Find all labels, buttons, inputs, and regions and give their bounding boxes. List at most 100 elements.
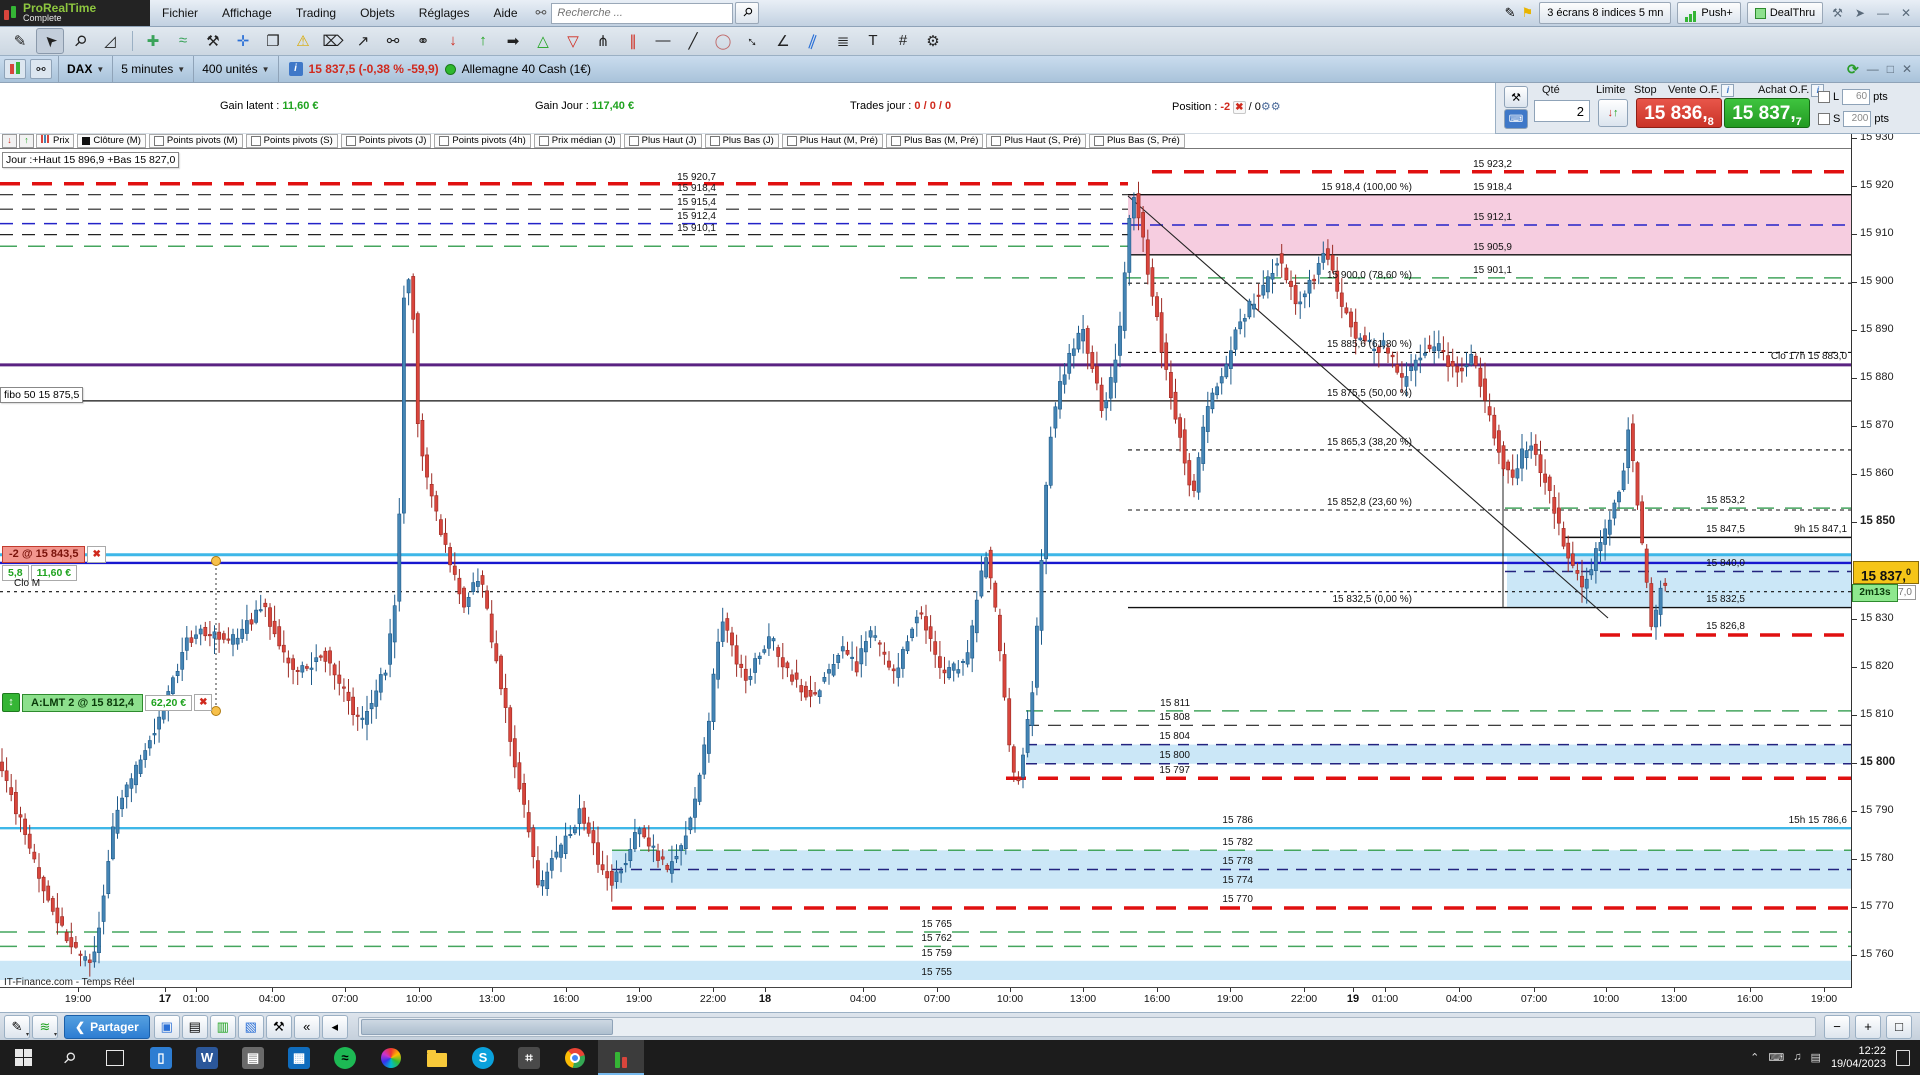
taskbar-clock[interactable]: 12:22 19/04/2023 [1831, 1045, 1886, 1071]
legend-item-3[interactable]: Points pivots (S) [245, 133, 338, 148]
horizontal-scrollbar[interactable] [357, 1016, 1816, 1037]
report-icon[interactable]: ▤ [181, 1014, 208, 1039]
search-icon[interactable]: ⚲ [735, 2, 760, 24]
oblique-line-tool[interactable]: ╱ [679, 28, 707, 54]
workspace-selector[interactable]: 3 écrans 8 indices 5 mn [1539, 2, 1672, 24]
menu-affichage[interactable]: Affichage [210, 0, 284, 26]
protractor-tool[interactable]: ◿ [96, 28, 124, 54]
legend-item-8[interactable]: Plus Bas (J) [704, 133, 779, 148]
text-tool[interactable]: T [859, 28, 887, 54]
horizontal-line-tool[interactable]: — [649, 28, 677, 54]
alert-bell-tool[interactable]: ⚠ [289, 28, 317, 54]
zoom-tool[interactable]: ⚲ [66, 28, 94, 54]
legend-item-7[interactable]: Plus Haut (J) [623, 133, 702, 148]
move-tool[interactable]: ✛ [229, 28, 257, 54]
legend-item-10[interactable]: Plus Bas (M, Pré) [885, 133, 984, 148]
arrow-draw-tool[interactable]: ↗ [349, 28, 377, 54]
triangle-pattern-tool[interactable]: △ [529, 28, 557, 54]
window-maximize-button[interactable]: □ [1887, 62, 1894, 76]
window-minimize-button[interactable]: — [1867, 62, 1879, 76]
legend-checkbox[interactable] [153, 135, 164, 146]
stop-checkbox[interactable] [1818, 113, 1830, 125]
legend-checkbox[interactable] [786, 135, 797, 146]
printer-icon[interactable]: ▤ [230, 1040, 276, 1075]
stop-distance-row[interactable]: S 200 pts [1818, 111, 1889, 127]
spotify-icon[interactable]: ≈ [322, 1040, 368, 1075]
continue-arrow-tool[interactable]: ➡ [499, 28, 527, 54]
tools-settings-tool[interactable]: ⚒ [199, 28, 227, 54]
time-axis[interactable]: 19:00 17 01:00 04:00 07:00 10:00 13:00 16:00 19:… [0, 988, 1920, 1012]
legend-item-0[interactable]: Prix [36, 133, 75, 148]
legend-item-2[interactable]: Points pivots (M) [148, 133, 243, 148]
task-view-button[interactable] [92, 1040, 138, 1075]
keyboard-order-button[interactable]: ⌨ [1504, 109, 1528, 129]
explorer-icon[interactable] [414, 1040, 460, 1075]
legend-checkbox[interactable] [890, 135, 901, 146]
cursor-tool[interactable]: ➤ [36, 27, 64, 54]
sync-icon[interactable]: ⟳ [1847, 61, 1859, 78]
order-settings-button[interactable]: ⚒ [1504, 86, 1528, 108]
chart-settings-icon[interactable]: ⚒ [265, 1014, 292, 1039]
tray-expand-icon[interactable]: ⌃ [1750, 1051, 1759, 1064]
word-icon[interactable]: W [184, 1040, 230, 1075]
tray-keyboard-icon[interactable]: ⌨ [1768, 1051, 1784, 1064]
tray-volume-icon[interactable]: ♫ [1793, 1051, 1801, 1064]
legend-checkbox[interactable] [345, 135, 356, 146]
calculator-icon[interactable]: ⌗ [506, 1040, 552, 1075]
segment-extended-tool[interactable]: ⚭ [409, 28, 437, 54]
legend-item-4[interactable]: Points pivots (J) [340, 133, 432, 148]
taskbar-search-button[interactable]: ⚲ [46, 1040, 92, 1075]
draw-mode-icon[interactable]: ✎ ▾ [4, 1014, 30, 1039]
dealthru-toggle[interactable]: DealThru [1746, 2, 1824, 24]
legend-checkbox[interactable] [991, 135, 1002, 146]
pin-icon[interactable]: ➤ [1852, 6, 1868, 20]
legend-checkbox[interactable] [538, 135, 549, 146]
push-status[interactable]: Push+ [1677, 2, 1741, 24]
legend-item-9[interactable]: Plus Haut (M, Pré) [781, 133, 883, 148]
price-chart-canvas[interactable] [0, 149, 1851, 989]
symbol-selector[interactable]: DAX ▼ [58, 56, 114, 82]
legend-item-6[interactable]: Prix médian (J) [533, 133, 621, 148]
limit-checkbox[interactable] [1818, 91, 1830, 103]
fib-retracement-tool[interactable]: ≣ [829, 28, 857, 54]
legend-checkbox[interactable] [628, 135, 639, 146]
positions-icon[interactable]: ▥ [209, 1014, 236, 1039]
buy-arrow-tool[interactable]: ↑ [469, 28, 497, 54]
collapse-icon[interactable]: « [293, 1014, 320, 1039]
pencil-tool[interactable]: ✎ [6, 28, 34, 54]
start-button[interactable] [0, 1040, 46, 1075]
search-input[interactable] [551, 2, 734, 24]
chart-area[interactable]: Jour :+Haut 15 896,9 +Bas 15 827,0 fibo … [0, 148, 1851, 988]
flag-icon[interactable]: ⚑ [1522, 5, 1534, 21]
menu-trading[interactable]: Trading [284, 0, 348, 26]
legend-item-5[interactable]: Points pivots (4h) [434, 133, 531, 148]
close-position-icon[interactable]: ✖ [1233, 101, 1246, 114]
legend-checkbox[interactable] [250, 135, 261, 146]
candlestick-style-icon[interactable] [4, 59, 26, 79]
settings-tool[interactable]: ⚙ [919, 28, 947, 54]
scrollbar-thumb[interactable] [360, 1018, 613, 1035]
window-close-button[interactable]: ✕ [1902, 62, 1912, 76]
export-chart-icon[interactable]: ▧ [237, 1014, 264, 1039]
paint-icon[interactable] [368, 1040, 414, 1075]
ms-store-icon[interactable]: ▦ [276, 1040, 322, 1075]
zoom-out-icon[interactable]: − [1824, 1014, 1850, 1039]
sell-arrow-tool[interactable]: ↓ [439, 28, 467, 54]
skype-icon[interactable]: S [460, 1040, 506, 1075]
copy-tool[interactable]: ❐ [259, 28, 287, 54]
trend-lines-tool[interactable]: ≈ [169, 28, 197, 54]
sell-button[interactable]: 15 836, 8 [1636, 98, 1722, 128]
quantity-input[interactable]: 2 [1534, 100, 1590, 122]
link-icon[interactable]: ⚯ [536, 5, 547, 21]
notification-center-icon[interactable] [1896, 1049, 1910, 1066]
angle-tool[interactable]: ∠ [769, 28, 797, 54]
menu-réglages[interactable]: Réglages [407, 0, 482, 26]
scale-up-icon[interactable]: ↑ [19, 133, 34, 148]
wedge-pattern-tool[interactable]: ▽ [559, 28, 587, 54]
segment-tool[interactable]: ⚯ [379, 28, 407, 54]
channel-tool[interactable]: ∥ [799, 28, 827, 54]
menu-objets[interactable]: Objets [348, 0, 407, 26]
fullscreen-icon[interactable]: □ [1886, 1014, 1912, 1039]
delete-tool[interactable]: ⌦ [319, 28, 347, 54]
your-phone-icon[interactable]: ▯ [138, 1040, 184, 1075]
